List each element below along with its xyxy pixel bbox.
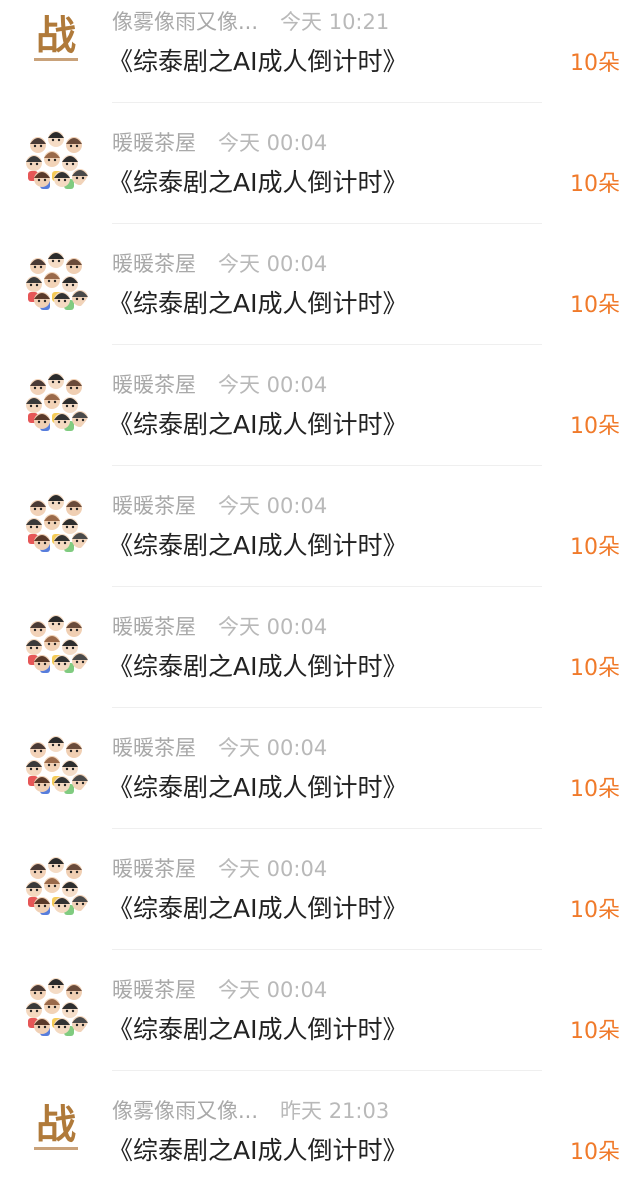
sender-name[interactable]: 像雾像雨又像... (112, 1099, 258, 1123)
book-title[interactable]: 《综泰剧之AI成人倒计时》 (108, 889, 407, 929)
sender-avatar[interactable] (20, 486, 92, 558)
book-title[interactable]: 《综泰剧之AI成人倒计时》 (108, 42, 407, 82)
book-title[interactable]: 《综泰剧之AI成人倒计时》 (108, 405, 407, 445)
gift-record-row[interactable]: 战 像雾像雨又像... 昨天 21:03 《综泰剧之AI成人倒计时》 10朵 (0, 1091, 640, 1183)
gift-record-row[interactable]: 暖暖茶屋 今天 00:04 《综泰剧之AI成人倒计时》 10朵 (0, 244, 640, 365)
book-title[interactable]: 《综泰剧之AI成人倒计时》 (108, 768, 407, 808)
gift-amount: 10朵 (570, 293, 620, 318)
record-meta: 像雾像雨又像... 今天 10:21 (112, 2, 389, 42)
record-time: 今天 10:21 (280, 10, 390, 34)
gift-record-row[interactable]: 暖暖茶屋 今天 00:04 《综泰剧之AI成人倒计时》 10朵 (0, 123, 640, 244)
gift-amount: 10朵 (570, 777, 620, 802)
record-meta: 暖暖茶屋 今天 00:04 (112, 970, 327, 1010)
row-divider (112, 344, 542, 345)
sender-name[interactable]: 像雾像雨又像... (112, 10, 258, 34)
sender-avatar[interactable] (20, 123, 92, 195)
gift-record-row[interactable]: 暖暖茶屋 今天 00:04 《综泰剧之AI成人倒计时》 10朵 (0, 365, 640, 486)
book-title[interactable]: 《综泰剧之AI成人倒计时》 (108, 526, 407, 566)
row-divider (112, 828, 542, 829)
record-time: 今天 00:04 (218, 131, 328, 155)
record-meta: 暖暖茶屋 今天 00:04 (112, 849, 327, 889)
gift-amount: 10朵 (570, 51, 620, 76)
record-meta: 暖暖茶屋 今天 00:04 (112, 728, 327, 768)
gift-record-list: 战像雾像雨又像... 今天 10:21 《综泰剧之AI成人倒计时》 10朵 暖暖茶屋 今天… (0, 0, 640, 1183)
sender-avatar[interactable]: 战 (20, 2, 92, 74)
sender-avatar[interactable] (20, 728, 92, 800)
sender-avatar[interactable]: 战 (20, 1091, 92, 1163)
row-divider (112, 102, 542, 103)
svg-text:战: 战 (36, 12, 76, 59)
gift-amount: 10朵 (570, 898, 620, 923)
sender-name[interactable]: 暖暖茶屋 (112, 978, 196, 1002)
row-divider (112, 1070, 542, 1071)
record-time: 今天 00:04 (218, 615, 328, 639)
book-title[interactable]: 《综泰剧之AI成人倒计时》 (108, 1010, 407, 1050)
row-divider (112, 949, 542, 950)
row-divider (112, 223, 542, 224)
gift-amount: 10朵 (570, 656, 620, 681)
gift-record-row[interactable]: 暖暖茶屋 今天 00:04 《综泰剧之AI成人倒计时》 10朵 (0, 849, 640, 970)
gift-record-row[interactable]: 暖暖茶屋 今天 00:04 《综泰剧之AI成人倒计时》 10朵 (0, 486, 640, 607)
gift-amount: 10朵 (570, 535, 620, 560)
svg-text:战: 战 (36, 1101, 76, 1148)
sender-name[interactable]: 暖暖茶屋 (112, 373, 196, 397)
record-time: 今天 00:04 (218, 857, 328, 881)
sender-avatar[interactable] (20, 849, 92, 921)
gift-amount: 10朵 (570, 1140, 620, 1165)
row-divider (112, 586, 542, 587)
gift-amount: 10朵 (570, 1019, 620, 1044)
gift-record-row[interactable]: 战 像雾像雨又像... 今天 10:21 《综泰剧之AI成人倒计时》 10朵 (0, 2, 640, 123)
gift-amount: 10朵 (570, 414, 620, 439)
record-time: 今天 00:04 (218, 494, 328, 518)
sender-avatar[interactable] (20, 970, 92, 1042)
sender-name[interactable]: 暖暖茶屋 (112, 252, 196, 276)
gift-record-row[interactable]: 暖暖茶屋 今天 00:04 《综泰剧之AI成人倒计时》 10朵 (0, 728, 640, 849)
row-divider (112, 465, 542, 466)
record-meta: 暖暖茶屋 今天 00:04 (112, 244, 327, 284)
gift-record-row[interactable]: 暖暖茶屋 今天 00:04 《综泰剧之AI成人倒计时》 10朵 (0, 607, 640, 728)
sender-name[interactable]: 暖暖茶屋 (112, 615, 196, 639)
record-time: 今天 00:04 (218, 373, 328, 397)
record-meta: 暖暖茶屋 今天 00:04 (112, 365, 327, 405)
gift-record-row[interactable]: 暖暖茶屋 今天 00:04 《综泰剧之AI成人倒计时》 10朵 (0, 970, 640, 1091)
sender-name[interactable]: 暖暖茶屋 (112, 736, 196, 760)
book-title[interactable]: 《综泰剧之AI成人倒计时》 (108, 163, 407, 203)
record-meta: 暖暖茶屋 今天 00:04 (112, 486, 327, 526)
record-time: 昨天 21:03 (280, 1099, 390, 1123)
sender-avatar[interactable] (20, 607, 92, 679)
record-meta: 暖暖茶屋 今天 00:04 (112, 607, 327, 647)
record-time: 今天 00:04 (218, 252, 328, 276)
book-title[interactable]: 《综泰剧之AI成人倒计时》 (108, 284, 407, 324)
book-title[interactable]: 《综泰剧之AI成人倒计时》 (108, 1131, 407, 1171)
record-meta: 暖暖茶屋 今天 00:04 (112, 123, 327, 163)
sender-avatar[interactable] (20, 244, 92, 316)
gift-amount: 10朵 (570, 172, 620, 197)
sender-name[interactable]: 暖暖茶屋 (112, 494, 196, 518)
sender-avatar[interactable] (20, 365, 92, 437)
record-time: 今天 00:04 (218, 978, 328, 1002)
book-title[interactable]: 《综泰剧之AI成人倒计时》 (108, 647, 407, 687)
row-divider (112, 707, 542, 708)
sender-name[interactable]: 暖暖茶屋 (112, 857, 196, 881)
record-meta: 像雾像雨又像... 昨天 21:03 (112, 1091, 389, 1131)
sender-name[interactable]: 暖暖茶屋 (112, 131, 196, 155)
record-time: 今天 00:04 (218, 736, 328, 760)
